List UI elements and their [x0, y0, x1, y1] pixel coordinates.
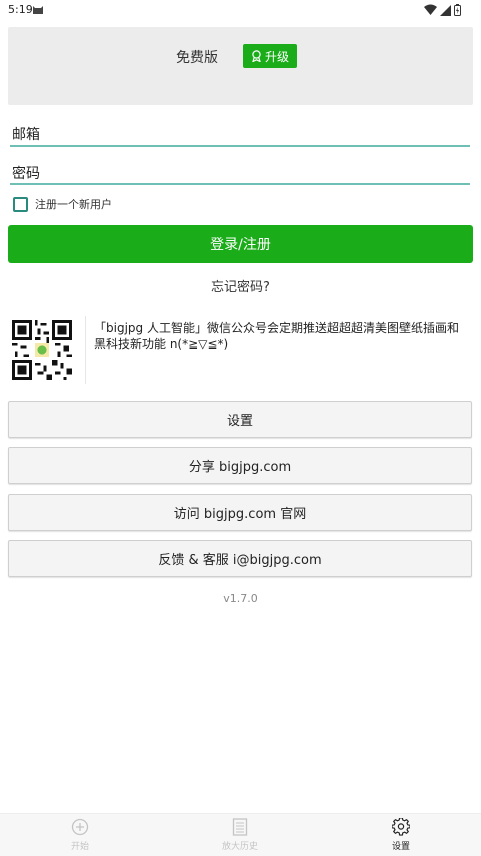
- password-underline: [10, 183, 470, 185]
- wechat-promo: 「bigjpg 人工智能」微信公众号会定期推送超超超清美图壁纸插画和黑科技新功能…: [8, 308, 473, 386]
- password-field[interactable]: 密码: [12, 163, 470, 185]
- nav-label-history: 放大历史: [221, 842, 258, 852]
- nav-item-history[interactable]: 放大历史: [200, 818, 280, 852]
- plus-circle-icon: [71, 818, 89, 836]
- promo-text: 「bigjpg 人工智能」微信公众号会定期推送超超超清美图壁纸插画和黑科技新功能…: [94, 321, 459, 351]
- nav-label-settings: 设置: [391, 842, 410, 852]
- gear-icon: [392, 818, 410, 836]
- plan-card: [8, 27, 473, 105]
- cell-signal-icon: [440, 4, 451, 16]
- register-checkbox[interactable]: [13, 196, 28, 212]
- email-field[interactable]: 邮箱: [12, 124, 470, 146]
- cat-notification-icon: [33, 6, 43, 14]
- visit-website-button[interactable]: 访问 bigjpg.com 官网: [8, 494, 472, 531]
- register-checkbox-row[interactable]: 注册一个新用户: [13, 196, 112, 212]
- qr-code-icon: [12, 320, 72, 380]
- upgrade-label: 升级: [264, 49, 289, 64]
- promo-divider: [85, 316, 86, 384]
- nav-label-start: 开始: [70, 842, 89, 852]
- feedback-button[interactable]: 反馈 & 客服 i@bigjpg.com: [8, 540, 472, 577]
- register-checkbox-label: 注册一个新用户: [35, 198, 112, 211]
- battery-icon: [454, 4, 461, 16]
- nav-item-start[interactable]: 开始: [40, 818, 120, 852]
- plan-label: 免费版: [176, 50, 218, 66]
- upgrade-button[interactable]: 升级: [243, 44, 297, 68]
- login-register-button[interactable]: 登录/注册: [8, 225, 473, 263]
- nav-item-settings[interactable]: 设置: [361, 818, 441, 852]
- list-document-icon: [232, 818, 248, 836]
- version-label: v1.7.0: [223, 592, 258, 605]
- status-time: 5:19: [8, 3, 33, 16]
- forgot-password-link[interactable]: 忘记密码?: [0, 276, 481, 295]
- email-underline: [10, 145, 470, 147]
- wifi-icon: [424, 4, 437, 15]
- status-bar: 5:19: [0, 0, 481, 20]
- status-icons: [424, 3, 461, 17]
- award-icon: [252, 50, 261, 62]
- share-button[interactable]: 分享 bigjpg.com: [8, 447, 472, 484]
- settings-button[interactable]: 设置: [8, 401, 472, 438]
- bottom-nav: 开始 放大历史 设置: [0, 813, 481, 856]
